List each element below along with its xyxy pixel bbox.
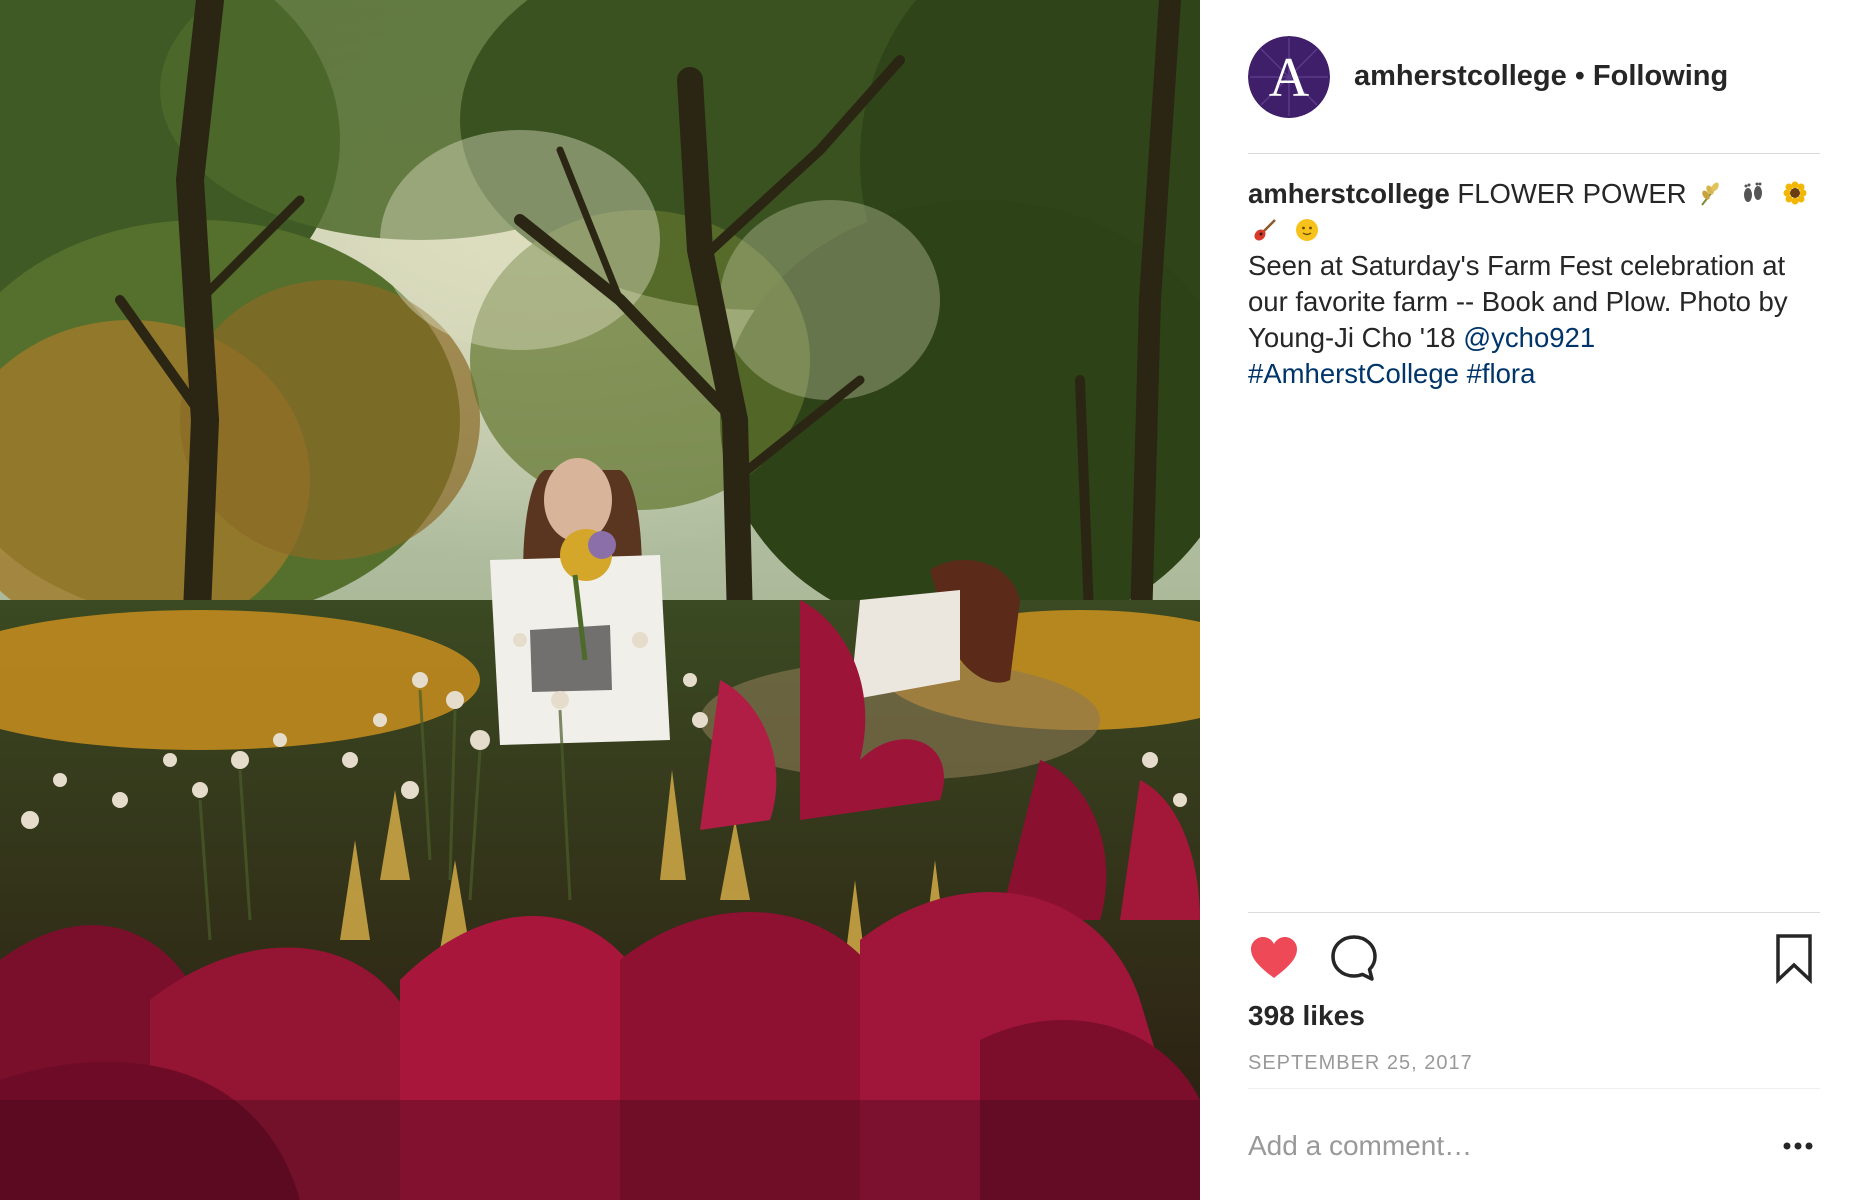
post-photo[interactable] xyxy=(0,0,1200,1200)
post-date[interactable]: SEPTEMBER 25, 2017 xyxy=(1248,1052,1473,1075)
sunflower-icon xyxy=(1782,180,1808,206)
like-button[interactable] xyxy=(1248,932,1300,984)
action-bar xyxy=(1248,932,1820,985)
caption-title: FLOWER POWER xyxy=(1457,178,1687,209)
avatar-letter: A xyxy=(1269,47,1310,109)
wheat-icon xyxy=(1698,180,1724,206)
hashtag-link[interactable]: #flora xyxy=(1467,358,1536,389)
save-button[interactable] xyxy=(1768,932,1820,985)
sun-face-icon xyxy=(1294,216,1320,242)
comment-divider xyxy=(1248,1088,1820,1089)
comment-icon xyxy=(1331,935,1377,981)
post-side-panel: A amherstcollege • Following amherstcolleg… xyxy=(1200,0,1868,1200)
follow-status-button[interactable]: Following xyxy=(1593,60,1728,92)
hashtag-link[interactable]: #AmherstCollege xyxy=(1248,358,1459,389)
caption-mention-link[interactable]: @ycho921 xyxy=(1463,322,1595,353)
caption-hashtags: #AmherstCollege #flora xyxy=(1248,356,1820,392)
caption-line-break xyxy=(1248,212,1820,248)
guitar-icon xyxy=(1252,216,1278,242)
caption-body: Seen at Saturday's Farm Fest celebration… xyxy=(1248,248,1820,356)
footprints-icon xyxy=(1740,180,1766,206)
instagram-post: A amherstcollege • Following amherstcolleg… xyxy=(0,0,1868,1200)
likes-count[interactable]: 398 likes xyxy=(1248,1000,1365,1032)
header-username[interactable]: amherstcollege xyxy=(1354,60,1567,92)
bookmark-icon xyxy=(1776,934,1812,985)
header-text: amherstcollege • Following xyxy=(1354,60,1728,93)
post-header: A amherstcollege • Following xyxy=(1248,35,1820,154)
more-options-button[interactable] xyxy=(1776,1124,1820,1168)
header-separator: • xyxy=(1574,60,1585,92)
ellipsis-icon xyxy=(1783,1142,1813,1150)
comment-bar xyxy=(1248,1108,1820,1184)
comment-button[interactable] xyxy=(1328,932,1380,984)
caption-username[interactable]: amherstcollege xyxy=(1248,178,1450,209)
heart-icon xyxy=(1251,937,1297,978)
comment-input[interactable] xyxy=(1248,1130,1776,1162)
post-caption: amherstcollege FLOWER POWER Seen at Satu… xyxy=(1248,176,1820,392)
avatar[interactable]: A xyxy=(1248,35,1330,118)
actions-divider xyxy=(1248,912,1820,913)
